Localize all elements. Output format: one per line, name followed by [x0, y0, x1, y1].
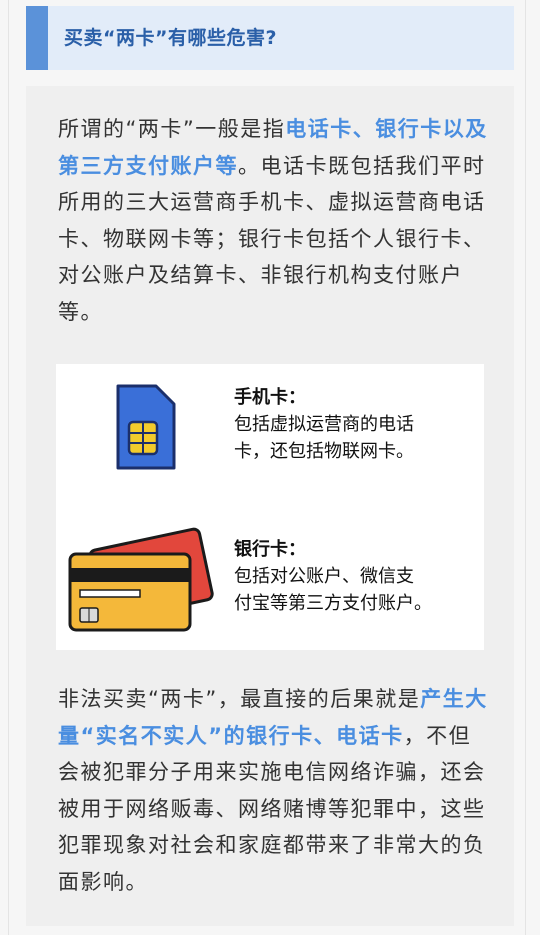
sim-caption-line-1: 包括虚拟运营商的电话 [234, 414, 414, 435]
consequence-paragraph: 非法买卖“两卡”，最直接的后果就是产生大量“实名不实人”的银行卡、电话卡，不但会… [58, 681, 488, 900]
sim-caption-title: 手机卡： [234, 387, 306, 408]
intro-paragraph: 所谓的“两卡”一般是指电话卡、银行卡以及第三方支付账户等。电话卡既包括我们平时所… [58, 111, 488, 330]
consequence-text: 非法买卖“两卡”，最直接的后果就是 [58, 687, 421, 711]
section-header: 买卖“两卡”有哪些危害? [26, 6, 514, 70]
bank-caption-line-2: 付宝等第三方支付账户。 [234, 593, 432, 614]
card-types-illustration: 手机卡： 包括虚拟运营商的电话 卡，还包括物联网卡。 银行卡： 包括对公账户、微… [56, 364, 484, 650]
bank-card-icon [66, 524, 216, 636]
intro-text: 所谓的“两卡”一般是指 [58, 117, 286, 141]
right-divider [525, 0, 526, 935]
header-accent-bar [26, 6, 48, 70]
consequence-rest: ，不但会被犯罪分子用来实施电信网络诈骗，还会被用于网络贩毒、网络赌博等犯罪中，这… [58, 723, 486, 894]
bank-caption-line-1: 包括对公账户、微信支 [234, 566, 414, 587]
section-title: 买卖“两卡”有哪些危害? [64, 27, 277, 49]
intro-rest: 。电话卡既包括我们平时所用的三大运营商手机卡、虚拟运营商电话卡、物联网卡等；银行… [58, 153, 486, 324]
bank-card-caption: 银行卡： 包括对公账户、微信支 付宝等第三方支付账户。 [234, 536, 432, 617]
sim-card-icon [116, 384, 176, 470]
left-divider [8, 0, 9, 935]
bank-caption-title: 银行卡： [234, 539, 306, 560]
sim-caption-line-2: 卡，还包括物联网卡。 [234, 441, 414, 462]
sim-card-caption: 手机卡： 包括虚拟运营商的电话 卡，还包括物联网卡。 [234, 384, 414, 465]
